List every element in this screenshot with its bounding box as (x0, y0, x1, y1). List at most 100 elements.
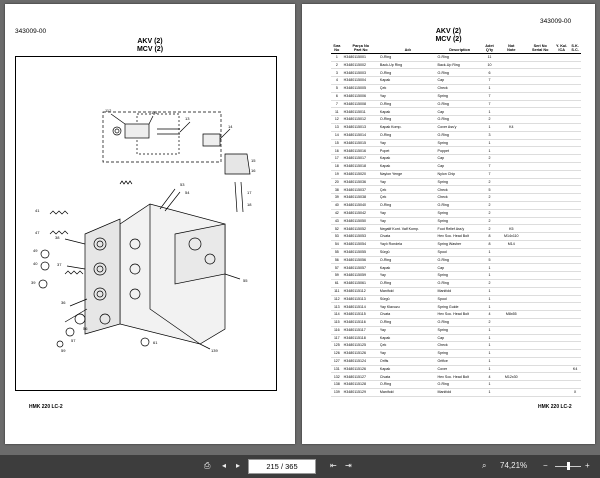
table-row: 127 H3480115124 Orifis Orifice 1 (331, 357, 581, 366)
cell-note (496, 131, 527, 140)
cell-part-no: H3480115117 (342, 326, 379, 335)
cell-note (496, 388, 527, 397)
page-title-1: AKV (2) (137, 38, 163, 45)
table-row: 4 H3480115004 Kapak Cap 7 (331, 76, 581, 85)
cell-cat (554, 341, 570, 351)
cell-sc (569, 162, 581, 171)
table-row: 54 H3480115054 Yaylı Rondela Spring Washer 8… (331, 240, 581, 249)
search-icon[interactable]: ⌕ (482, 461, 486, 471)
cell-serial-no (526, 224, 555, 234)
cell-note: M14x110 (496, 232, 527, 241)
cell-description: Cap (436, 154, 483, 163)
cell-no: 115 (331, 318, 343, 327)
cell-serial-no (526, 240, 555, 249)
cell-cat (554, 68, 570, 78)
cell-part-no: H3480115112 (342, 287, 379, 296)
cell-qty: 1 (482, 349, 497, 358)
cell-sc (569, 139, 581, 148)
cell-qty: 1 (482, 302, 497, 312)
table-row: 19 H3480115020 Naylon Yenge Nylon Chip 7 (331, 170, 581, 179)
callout-15: 15 (251, 158, 256, 163)
callout-57: 57 (71, 338, 76, 343)
cell-no: 117 (331, 334, 343, 343)
cell-cat (554, 263, 570, 273)
cell-description: O-Ring (436, 380, 483, 390)
cell-sc (569, 53, 581, 62)
cell-no: 39 (331, 193, 343, 202)
cell-note (496, 209, 527, 218)
zoom-in-icon[interactable]: + (585, 461, 590, 470)
cell-part-no: H3480115054 (342, 240, 379, 249)
cell-description: Cap (436, 107, 483, 117)
table-row: 17 H3480115017 Kapak Cap 2 (331, 154, 581, 163)
cell-name: O-Ring (378, 201, 437, 210)
table-row: 18 H3480115018 Kapak Cap 7 (331, 162, 581, 171)
table-row: 6 H3480115006 Yay Spring 7 (331, 92, 581, 101)
cell-name: O-Ring (378, 279, 437, 288)
table-row: 16 H3480115016 Popet Poppet 1 (331, 146, 581, 156)
cell-sc (569, 170, 581, 179)
cell-no: 20 (331, 178, 343, 187)
zoom-value[interactable]: 74,21% (500, 461, 527, 470)
cell-no: 127 (331, 357, 343, 366)
cell-sc (569, 84, 581, 93)
cell-name: Naylon Yenge (378, 170, 437, 179)
last-page-icon[interactable]: ⇥ (345, 461, 352, 470)
col-qty: Adet Q'ty (482, 44, 497, 54)
page-current[interactable]: 215 (266, 462, 279, 471)
page-number-box[interactable]: 215 / 365 (248, 459, 316, 474)
cell-qty: 2 (482, 178, 497, 187)
cell-part-no: H3480115004 (342, 76, 379, 85)
cell-cat (554, 310, 570, 319)
cell-part-no: H3480115114 (342, 302, 379, 312)
zoom-out-icon[interactable]: − (543, 461, 548, 470)
cell-cat (554, 256, 570, 265)
cell-name: Yay (378, 326, 437, 335)
cell-qty: 8 (482, 232, 497, 241)
cell-qty: 2 (482, 154, 497, 163)
cell-serial-no (526, 193, 555, 202)
zoom-slider-handle[interactable] (567, 462, 570, 470)
cell-cat (554, 271, 570, 280)
cell-description: Cap (436, 162, 483, 171)
cell-qty: 1 (482, 334, 497, 343)
cell-no: 1 (331, 53, 343, 62)
cell-cat (554, 334, 570, 343)
cell-description: Spring Guide (436, 302, 483, 312)
cell-serial-no (526, 279, 555, 288)
cell-sc (569, 248, 581, 257)
callout-131: 131 (151, 110, 158, 115)
cell-name: Kapak (378, 334, 437, 343)
cell-part-no: H3480115011 (342, 107, 379, 117)
cell-description: O-Ring (436, 279, 483, 288)
cell-cat (554, 209, 570, 218)
cell-note (496, 248, 527, 257)
cell-qty: 7 (482, 162, 497, 171)
cell-serial-no (526, 232, 555, 241)
first-page-icon[interactable]: ⇤ (330, 461, 337, 470)
print-icon[interactable]: ⎙ (204, 461, 210, 471)
prev-page-icon[interactable]: ◂ (222, 461, 226, 470)
cell-description: O-Ring (436, 53, 483, 62)
table-row: 116 H3480115117 Yay Spring 1 (331, 326, 581, 335)
cell-serial-no (526, 68, 555, 78)
cell-no: 116 (331, 326, 343, 335)
cell-cat (554, 92, 570, 101)
cell-part-no: H3480115052 (342, 224, 379, 234)
cell-qty: 1 (482, 365, 497, 374)
cell-sc (569, 295, 581, 304)
cell-cat (554, 84, 570, 93)
cell-serial-no (526, 326, 555, 335)
next-page-icon[interactable]: ▸ (236, 461, 240, 470)
cell-no: 114 (331, 310, 343, 319)
cell-serial-no (526, 123, 555, 132)
callout-53: 53 (180, 182, 185, 187)
cell-no: 111 (331, 287, 343, 296)
cell-cat (554, 154, 570, 163)
cell-serial-no (526, 107, 555, 117)
cell-part-no: H3480115017 (342, 154, 379, 163)
cell-serial-no (526, 185, 555, 195)
cell-qty: 6 (482, 68, 497, 78)
cell-name: Çek (378, 193, 437, 202)
cell-part-no: H3480115059 (342, 271, 379, 280)
